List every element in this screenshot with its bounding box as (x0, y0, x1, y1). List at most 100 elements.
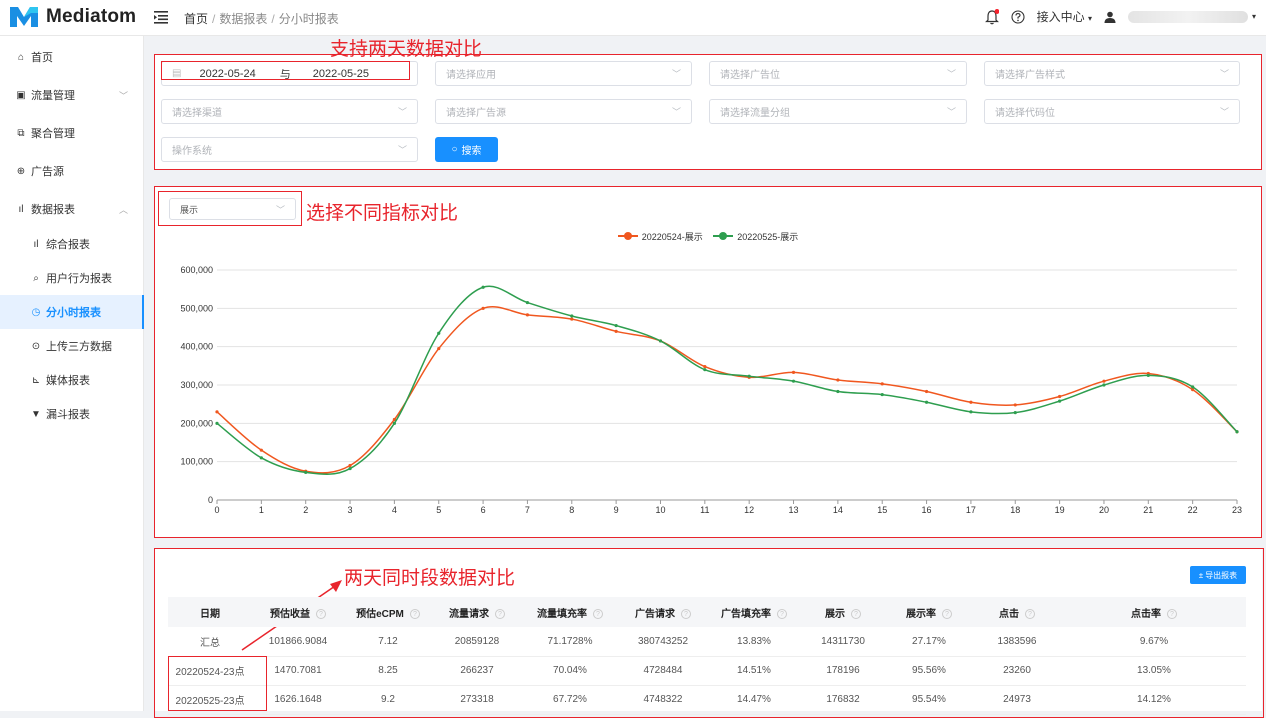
ad-slot-select[interactable]: 请选择广告位 ﹀ (709, 61, 967, 86)
help-icon[interactable]: ? (851, 608, 861, 619)
help-icon[interactable]: ? (681, 608, 691, 619)
user-avatar-icon[interactable] (1104, 11, 1116, 23)
table-row: 20220524-23点 1470.7081 8.25 266237 70.04% 472… (168, 656, 1246, 686)
chevron-down-icon: ﹀ (946, 107, 956, 117)
traffic-group-select[interactable]: 请选择流量分组 ﹀ (709, 99, 967, 124)
help-icon[interactable]: ? (942, 608, 952, 619)
user-chevron-icon[interactable]: ▾ (1252, 12, 1256, 21)
breadcrumb: 首页 / 数据报表 / 分小时报表 (184, 12, 339, 26)
column-header-ad-fill-rate: 广告填充率? (708, 597, 800, 627)
home-icon: ⌂ (17, 51, 25, 63)
data-point (791, 370, 796, 374)
top-right-actions: 接入中心 ▾ ▾ (984, 8, 1256, 25)
x-tick-label: 10 (655, 505, 665, 515)
help-icon[interactable]: ? (777, 608, 787, 619)
x-tick-label: 11 (700, 505, 709, 515)
sidebar-item-aggregate[interactable]: ⧉ 聚合管理 (0, 116, 144, 150)
sidebar-item-media-report[interactable]: ⊾ 媒体报表 (0, 363, 144, 397)
data-point (703, 365, 707, 369)
data-point (658, 339, 663, 343)
table-cell: 178196 (800, 656, 886, 686)
help-icon[interactable]: ? (1167, 608, 1177, 619)
help-icon[interactable]: ? (409, 608, 420, 619)
y-tick-label: 300,000 (180, 380, 213, 390)
breadcrumb-home[interactable]: 首页 (184, 12, 208, 26)
ad-style-select[interactable]: 请选择广告样式 ﹀ (984, 61, 1240, 86)
download-icon: ± (1198, 570, 1204, 580)
help-icon[interactable]: ? (316, 608, 326, 619)
table-cell: 汇总 (168, 627, 252, 657)
x-tick-label: 14 (833, 505, 843, 515)
search-button[interactable]: ○ 搜索 (435, 137, 498, 162)
data-point (969, 410, 973, 414)
export-report-button[interactable]: ± 导出报表 (1190, 566, 1246, 584)
channel-select[interactable]: 请选择渠道 ﹀ (161, 99, 418, 124)
help-icon[interactable]: ? (495, 608, 505, 619)
ad-source-select[interactable]: 请选择广告源 ﹀ (435, 99, 692, 124)
chevron-down-icon: ﹀ (397, 107, 407, 117)
breadcrumb-current: 分小时报表 (278, 12, 339, 26)
data-point (348, 463, 352, 468)
chevron-down-icon: ﹀ (1219, 107, 1229, 117)
data-point (791, 379, 796, 383)
date-end[interactable]: 2022-05-25 (313, 68, 369, 80)
y-tick-label: 100,000 (180, 457, 213, 467)
help-icon[interactable] (1011, 9, 1025, 24)
breadcrumb-reports[interactable]: 数据报表 (219, 12, 267, 26)
y-tick-label: 500,000 (180, 303, 213, 313)
sidebar-item-ad-source[interactable]: ⊕ 广告源 (0, 154, 144, 188)
sidebar-item-hourly-report[interactable]: ◷ 分小时报表 (0, 295, 144, 329)
data-point (924, 400, 929, 404)
bar-chart-icon: ıl (33, 238, 39, 250)
x-tick-label: 22 (1188, 505, 1198, 515)
area-chart-icon: ⊾ (31, 374, 41, 386)
x-tick-label: 2 (303, 505, 308, 515)
x-tick-label: 3 (348, 505, 353, 515)
x-tick-label: 17 (966, 505, 976, 515)
report-icon: ıl (18, 203, 24, 215)
table-cell: 266237 (432, 656, 522, 686)
sidebar-item-user-behavior[interactable]: ⌕ 用户行为报表 (0, 261, 144, 295)
x-tick-label: 23 (1232, 505, 1242, 515)
data-point (215, 421, 219, 425)
app-select[interactable]: 请选择应用 ﹀ (435, 61, 692, 86)
app-name: Mediatom (46, 6, 137, 27)
sidebar-item-overall-report[interactable]: ıl 综合报表 (0, 227, 144, 261)
x-tick-label: 12 (744, 505, 754, 515)
legend-item-series-2[interactable]: 20220525-展示 (713, 230, 798, 243)
legend-item-series-1[interactable]: 20220524-展示 (617, 230, 703, 243)
sidebar-item-reports[interactable]: ıl 数据报表 ︿ (0, 192, 144, 226)
menu-toggle-icon[interactable] (154, 10, 168, 24)
os-select[interactable]: 操作系统 ﹀ (161, 137, 418, 162)
sidebar-item-funnel-report[interactable]: ▼ 漏斗报表 (0, 397, 144, 431)
help-icon[interactable]: ? (1025, 608, 1035, 619)
column-header-ctr: 点击率? (1062, 597, 1246, 627)
app-logo[interactable]: Mediatom (10, 5, 136, 29)
data-point (924, 389, 929, 394)
x-tick-label: 19 (1055, 505, 1065, 515)
sidebar-item-upload-third-party[interactable]: ⊙ 上传三方数据 (0, 329, 144, 363)
x-tick-label: 9 (614, 505, 619, 515)
x-tick-label: 20 (1099, 505, 1109, 515)
x-tick-label: 21 (1143, 505, 1153, 515)
table-cell: 380743252 (618, 627, 708, 657)
access-center-menu[interactable]: 接入中心 ▾ (1037, 8, 1092, 25)
table-cell: 4748322 (618, 685, 708, 715)
date-start[interactable]: 2022-05-24 (199, 68, 255, 80)
bell-icon[interactable] (984, 8, 999, 25)
top-bar: Mediatom 首页 / 数据报表 / 分小时报表 接入中心 ▾ ▾ (0, 0, 1266, 36)
date-range-picker[interactable]: ▤ 2022-05-24 与 2022-05-25 (161, 61, 418, 86)
help-icon[interactable]: ? (593, 608, 603, 619)
data-point (348, 466, 352, 471)
metric-select[interactable]: 展示 ﹀ (169, 198, 296, 220)
sidebar-item-home[interactable]: ⌂ 首页 (0, 40, 144, 74)
table-cell: 273318 (432, 685, 522, 715)
data-point (304, 470, 308, 474)
code-slot-select[interactable]: 请选择代码位 ﹀ (984, 99, 1240, 124)
table-cell: 95.56% (886, 656, 972, 686)
username-blurred[interactable] (1127, 10, 1248, 23)
chevron-down-icon: ﹀ (671, 69, 681, 79)
legend-swatch-green (713, 232, 734, 240)
ad-source-icon: ⊕ (16, 165, 26, 177)
sidebar-item-traffic[interactable]: ▣ 流量管理 ﹀ (0, 78, 144, 112)
